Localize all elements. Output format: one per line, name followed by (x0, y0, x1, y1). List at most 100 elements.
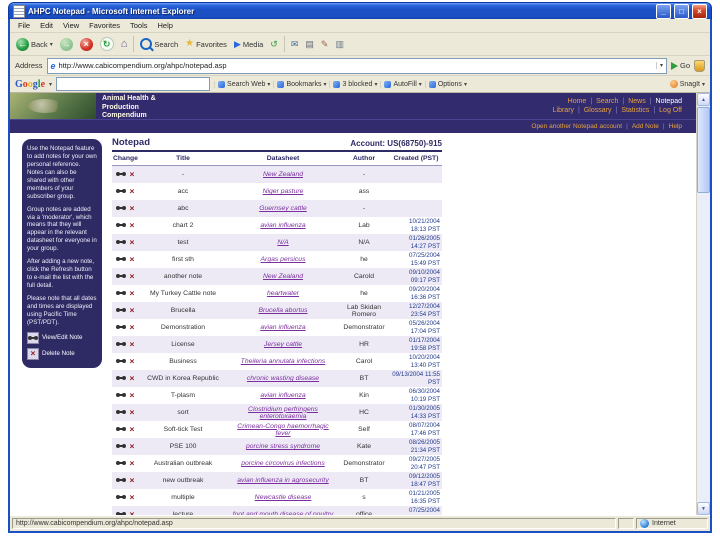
datasheet-link[interactable]: avian influenza in agrosecurity (228, 472, 338, 489)
shield-icon[interactable] (694, 59, 705, 72)
view-note-icon[interactable] (115, 493, 126, 502)
datasheet-link[interactable]: Clostridium perfringens enterotoxaemia (228, 404, 338, 421)
chevron-down-icon[interactable]: ▾ (49, 81, 52, 88)
view-note-icon[interactable] (115, 238, 126, 247)
vertical-scrollbar[interactable]: ▲ ▼ (696, 93, 710, 515)
view-note-icon[interactable] (115, 187, 126, 196)
view-note-icon[interactable] (115, 289, 126, 298)
datasheet-link[interactable]: Niger pasture (228, 183, 338, 200)
datasheet-link[interactable]: avian influenza (228, 319, 338, 336)
delete-note-icon[interactable]: × (130, 391, 135, 400)
toolbar-back-button[interactable]: ← Back ▾ (13, 37, 56, 52)
view-note-icon[interactable] (115, 221, 126, 230)
toolbar-discuss-button[interactable]: ▥ (332, 39, 347, 50)
google-3-blocked-button[interactable]: 3 blocked ▾ (329, 80, 380, 88)
toolbar-home-button[interactable]: ⌂ (118, 38, 131, 51)
datasheet-link[interactable]: avian influenza (228, 217, 338, 234)
google-options-button[interactable]: Options ▾ (424, 80, 470, 88)
view-note-icon[interactable] (115, 272, 126, 281)
menu-file[interactable]: File (13, 21, 35, 30)
nav-notepad[interactable]: Notepad (656, 98, 682, 105)
datasheet-link[interactable]: Brucella abortus (228, 302, 338, 319)
scroll-up-button[interactable]: ▲ (697, 93, 710, 106)
close-button[interactable]: × (692, 4, 707, 19)
datasheet-link[interactable]: chronic wasting disease (228, 370, 338, 387)
maximize-button[interactable]: □ (674, 4, 689, 19)
view-note-icon[interactable] (115, 170, 126, 179)
nav-search[interactable]: Search (596, 98, 618, 105)
datasheet-link[interactable]: Crimean-Congo haemorrhagic fever (228, 421, 338, 438)
datasheet-link[interactable]: New Zealand (228, 166, 338, 184)
view-note-icon[interactable] (115, 323, 126, 332)
toolbar-media-button[interactable]: ▶ Media (231, 39, 266, 50)
menu-view[interactable]: View (58, 21, 84, 30)
nav-statistics[interactable]: Statistics (621, 107, 649, 114)
google-bookmarks-button[interactable]: Bookmarks ▾ (273, 80, 329, 88)
chevron-down-icon[interactable]: ▾ (655, 62, 663, 69)
subnav-add-note[interactable]: Add Note (632, 123, 659, 130)
subnav-open-another-notepad-account[interactable]: Open another Notepad account (531, 123, 622, 130)
datasheet-link[interactable]: N/A (228, 234, 338, 251)
delete-note-icon[interactable]: × (130, 272, 135, 281)
delete-note-icon[interactable]: × (130, 238, 135, 247)
datasheet-link[interactable]: Newcastle disease (228, 489, 338, 506)
datasheet-link[interactable]: New Zealand (228, 268, 338, 285)
datasheet-link[interactable]: porcine stress syndrome (228, 438, 338, 455)
google-autofill-button[interactable]: AutoFill ▾ (380, 80, 424, 88)
datasheet-link[interactable]: Argas persicus (228, 251, 338, 268)
view-note-icon[interactable] (115, 476, 126, 485)
nav-log-off[interactable]: Log Off (659, 107, 682, 114)
toolbar-forward-button[interactable]: → (57, 37, 76, 52)
delete-note-icon[interactable]: × (130, 493, 135, 502)
delete-note-icon[interactable]: × (130, 374, 135, 383)
address-input[interactable]: e http://www.cabicompendium.org/ahpc/not… (46, 57, 667, 74)
delete-note-icon[interactable]: × (130, 306, 135, 315)
delete-note-icon[interactable]: × (130, 221, 135, 230)
toolbar-refresh-button[interactable]: ↻ (97, 36, 117, 52)
datasheet-link[interactable]: Jersey cattle (228, 336, 338, 353)
delete-note-icon[interactable]: × (130, 204, 135, 213)
nav-glossary[interactable]: Glossary (584, 107, 612, 114)
minimize-button[interactable]: _ (656, 4, 671, 19)
view-note-icon[interactable] (115, 459, 126, 468)
delete-note-icon[interactable]: × (130, 357, 135, 366)
view-note-icon[interactable] (115, 340, 126, 349)
view-note-icon[interactable] (115, 306, 126, 315)
delete-note-icon[interactable]: × (130, 442, 135, 451)
toolbar-search-button[interactable]: Search (137, 37, 181, 51)
view-note-icon[interactable] (115, 255, 126, 264)
toolbar-stop-button[interactable]: × (77, 37, 96, 52)
delete-note-icon[interactable]: × (130, 255, 135, 264)
view-note-icon[interactable] (115, 391, 126, 400)
datasheet-link[interactable]: Theileria annulata infections (228, 353, 338, 370)
google-logo[interactable]: Google (15, 79, 45, 90)
delete-note-icon[interactable]: × (130, 459, 135, 468)
google-search-input[interactable] (56, 77, 211, 91)
scroll-down-button[interactable]: ▼ (697, 502, 710, 515)
subnav-help[interactable]: Help (669, 123, 682, 130)
view-note-icon[interactable] (115, 408, 126, 417)
datasheet-link[interactable]: porcine circovirus infections (228, 455, 338, 472)
go-button[interactable]: Go (670, 61, 690, 70)
view-note-icon[interactable] (115, 374, 126, 383)
toolbar-favorites-button[interactable]: ★ Favorites (182, 38, 230, 50)
toolbar-history-button[interactable]: ↺ (267, 39, 281, 50)
scrollbar-track[interactable] (697, 106, 710, 502)
delete-note-icon[interactable]: × (130, 425, 135, 434)
delete-note-icon[interactable]: × (130, 289, 135, 298)
toolbar-edit-button[interactable]: ✎ (318, 39, 332, 50)
datasheet-link[interactable]: Guernsey cattle (228, 200, 338, 217)
toolbar-print-button[interactable]: ▤ (302, 39, 317, 50)
delete-note-icon[interactable]: × (130, 476, 135, 485)
title-bar[interactable]: AHPC Notepad - Microsoft Internet Explor… (8, 2, 712, 20)
nav-library[interactable]: Library (553, 107, 574, 114)
scrollbar-thumb[interactable] (697, 107, 710, 193)
datasheet-link[interactable]: heartwater (228, 285, 338, 302)
view-note-icon[interactable] (115, 442, 126, 451)
menu-favorites[interactable]: Favorites (84, 21, 125, 30)
menu-tools[interactable]: Tools (125, 21, 153, 30)
view-note-icon[interactable] (115, 357, 126, 366)
datasheet-link[interactable]: foot and mouth disease of poultry (228, 506, 338, 515)
nav-home[interactable]: Home (568, 98, 587, 105)
nav-news[interactable]: News (628, 98, 646, 105)
